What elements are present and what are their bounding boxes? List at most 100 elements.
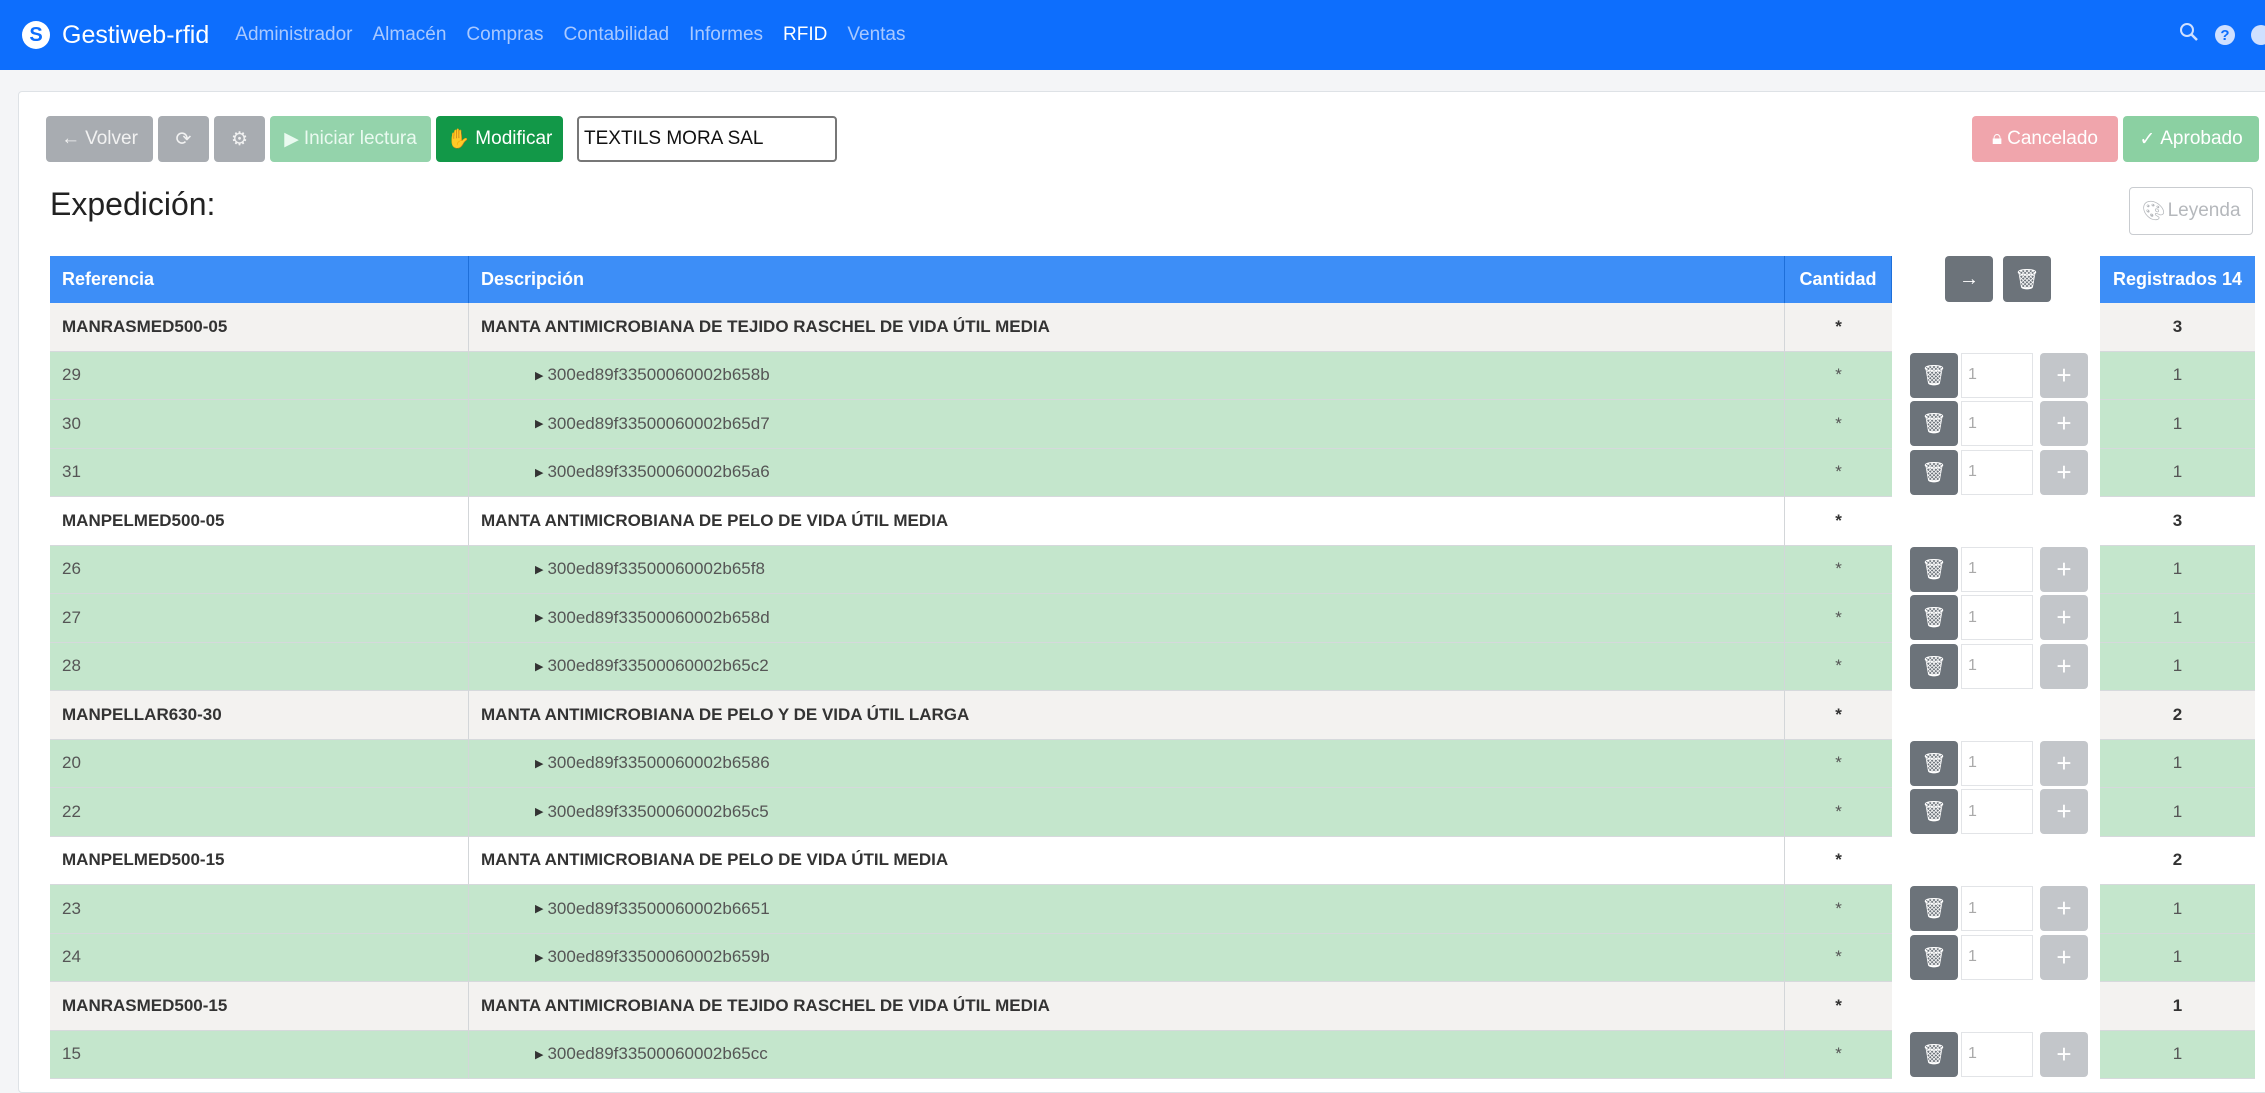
group-row[interactable]: MANPELMED500-15 MANTA ANTIMICROBIANA DE P… xyxy=(50,836,1892,885)
move-all-button[interactable]: → xyxy=(1945,256,1993,302)
actions-header: → 🗑︎ xyxy=(1892,256,2100,303)
caret-right-icon[interactable]: ▶ xyxy=(535,466,543,479)
delete-row-button[interactable]: 🗑︎ xyxy=(1910,352,1958,398)
item-row[interactable]: 24 ▶ 300ed89f33500060002b659b * xyxy=(50,933,1892,982)
delete-row-button[interactable]: 🗑︎ xyxy=(1910,449,1958,495)
item-row[interactable]: 29 ▶ 300ed89f33500060002b658b * xyxy=(50,351,1892,400)
add-quantity-button[interactable]: + xyxy=(2040,401,2088,446)
cell-description[interactable]: ▶ 300ed89f33500060002b65c2 xyxy=(469,642,1785,691)
item-row[interactable]: 27 ▶ 300ed89f33500060002b658d * xyxy=(50,594,1892,643)
header-description[interactable]: Descripción xyxy=(469,256,1785,303)
add-quantity-button[interactable]: + xyxy=(2040,934,2088,980)
start-reading-button[interactable]: ▶ Iniciar lectura xyxy=(270,116,431,162)
add-quantity-button[interactable]: + xyxy=(2040,886,2088,931)
item-row[interactable]: 31 ▶ 300ed89f33500060002b65a6 * xyxy=(50,448,1892,497)
cancelled-button[interactable]: 🔒︎ Cancelado xyxy=(1972,116,2118,162)
quantity-input[interactable]: 1 xyxy=(1961,934,2033,980)
cell-description[interactable]: ▶ 300ed89f33500060002b65cc xyxy=(469,1030,1785,1079)
delete-row-button[interactable]: 🗑︎ xyxy=(1910,934,1958,980)
delete-row-button[interactable]: 🗑︎ xyxy=(1910,886,1958,931)
group-row[interactable]: MANRASMED500-15 MANTA ANTIMICROBIANA DE T… xyxy=(50,982,1892,1031)
group-row[interactable]: MANPELMED500-05 MANTA ANTIMICROBIANA DE P… xyxy=(50,497,1892,546)
client-input[interactable] xyxy=(577,116,837,162)
nav-item-compras[interactable]: Compras xyxy=(466,24,543,46)
delete-row-button[interactable]: 🗑︎ xyxy=(1910,643,1958,689)
nav-item-administrador[interactable]: Administrador xyxy=(235,24,352,46)
caret-right-icon[interactable]: ▶ xyxy=(535,660,543,673)
item-row[interactable]: 22 ▶ 300ed89f33500060002b65c5 * xyxy=(50,788,1892,837)
cell-description[interactable]: ▶ 300ed89f33500060002b65f8 xyxy=(469,545,1785,594)
help-icon[interactable]: ? xyxy=(2215,25,2235,45)
item-row[interactable]: 28 ▶ 300ed89f33500060002b65c2 * xyxy=(50,642,1892,691)
item-row[interactable]: 30 ▶ 300ed89f33500060002b65d7 * xyxy=(50,400,1892,449)
nav-menu: Administrador Almacén Compras Contabilid… xyxy=(235,24,925,46)
caret-right-icon[interactable]: ▶ xyxy=(535,417,543,430)
quantity-input[interactable]: 1 xyxy=(1961,886,2033,931)
back-button[interactable]: ← Volver xyxy=(46,116,153,162)
add-quantity-button[interactable]: + xyxy=(2040,595,2088,640)
header-quantity[interactable]: Cantidad xyxy=(1785,256,1892,303)
delete-row-button[interactable]: 🗑︎ xyxy=(1910,595,1958,640)
caret-right-icon[interactable]: ▶ xyxy=(535,563,543,576)
delete-row-button[interactable]: 🗑︎ xyxy=(1910,546,1958,592)
quantity-input[interactable]: 1 xyxy=(1961,740,2033,786)
quantity-input[interactable]: 1 xyxy=(1961,789,2033,834)
quantity-input[interactable]: 1 xyxy=(1961,595,2033,640)
add-quantity-button[interactable]: + xyxy=(2040,449,2088,495)
header-registered[interactable]: Registrados 14 xyxy=(2100,256,2255,303)
item-row[interactable]: 26 ▶ 300ed89f33500060002b65f8 * xyxy=(50,545,1892,594)
caret-right-icon[interactable]: ▶ xyxy=(535,1048,543,1061)
item-row[interactable]: 15 ▶ 300ed89f33500060002b65cc * xyxy=(50,1030,1892,1079)
group-row[interactable]: MANRASMED500-05 MANTA ANTIMICROBIANA DE T… xyxy=(50,303,1892,352)
cell-description[interactable]: ▶ 300ed89f33500060002b6651 xyxy=(469,885,1785,934)
settings-button[interactable]: ⚙ xyxy=(214,116,265,162)
cell-description[interactable]: ▶ 300ed89f33500060002b6586 xyxy=(469,739,1785,788)
quantity-input[interactable]: 1 xyxy=(1961,352,2033,398)
delete-row-button[interactable]: 🗑︎ xyxy=(1910,740,1958,786)
cell-description[interactable]: ▶ 300ed89f33500060002b65a6 xyxy=(469,448,1785,497)
item-row[interactable]: 20 ▶ 300ed89f33500060002b6586 * xyxy=(50,739,1892,788)
group-row[interactable]: MANPELLAR630-30 MANTA ANTIMICROBIANA DE P… xyxy=(50,691,1892,740)
quantity-input[interactable]: 1 xyxy=(1961,401,2033,446)
nav-item-rfid[interactable]: RFID xyxy=(783,24,827,46)
quantity-input[interactable]: 1 xyxy=(1961,449,2033,495)
caret-right-icon[interactable]: ▶ xyxy=(535,805,543,818)
legend-button[interactable]: 🎨︎ Leyenda xyxy=(2129,187,2253,235)
nav-item-informes[interactable]: Informes xyxy=(689,24,763,46)
delete-row-button[interactable]: 🗑︎ xyxy=(1910,1031,1958,1077)
item-row[interactable]: 23 ▶ 300ed89f33500060002b6651 * xyxy=(50,885,1892,934)
caret-right-icon[interactable]: ▶ xyxy=(535,369,543,382)
caret-right-icon[interactable]: ▶ xyxy=(535,951,543,964)
quantity-input[interactable]: 1 xyxy=(1961,1031,2033,1077)
caret-right-icon[interactable]: ▶ xyxy=(535,611,543,624)
nav-item-contabilidad[interactable]: Contabilidad xyxy=(563,24,669,46)
header-reference[interactable]: Referencia xyxy=(50,256,469,303)
add-quantity-button[interactable]: + xyxy=(2040,643,2088,689)
quantity-input[interactable]: 1 xyxy=(1961,546,2033,592)
delete-all-button[interactable]: 🗑︎ xyxy=(2003,256,2051,302)
modify-button[interactable]: ✋ Modificar xyxy=(436,116,563,162)
delete-row-button[interactable]: 🗑︎ xyxy=(1910,789,1958,834)
actions-body: 🗑︎ 1 + 🗑︎ 1 + 🗑︎ 1 + 🗑︎ 1 + 🗑︎ 1 + 🗑︎ 1 + 🗑︎ 1 + 🗑︎ 1 + 🗑︎ 1 + 🗑︎ 1 +… xyxy=(1892,303,2100,1079)
cell-description[interactable]: ▶ 300ed89f33500060002b65d7 xyxy=(469,400,1785,449)
add-quantity-button[interactable]: + xyxy=(2040,740,2088,786)
delete-row-button[interactable]: 🗑︎ xyxy=(1910,401,1958,446)
refresh-button[interactable]: ⟳ xyxy=(158,116,209,162)
add-quantity-button[interactable]: + xyxy=(2040,546,2088,592)
cell-description[interactable]: ▶ 300ed89f33500060002b659b xyxy=(469,933,1785,982)
brand[interactable]: S Gestiweb-rfid xyxy=(22,21,209,50)
add-quantity-button[interactable]: + xyxy=(2040,789,2088,834)
cell-description[interactable]: ▶ 300ed89f33500060002b658d xyxy=(469,594,1785,643)
nav-item-ventas[interactable]: Ventas xyxy=(847,24,905,46)
cell-description[interactable]: ▶ 300ed89f33500060002b658b xyxy=(469,351,1785,400)
caret-right-icon[interactable]: ▶ xyxy=(535,757,543,770)
quantity-input[interactable]: 1 xyxy=(1961,643,2033,689)
approved-button[interactable]: ✓ Aprobado xyxy=(2123,116,2259,162)
add-quantity-button[interactable]: + xyxy=(2040,1031,2088,1077)
search-icon[interactable] xyxy=(2179,22,2199,48)
cell-description[interactable]: ▶ 300ed89f33500060002b65c5 xyxy=(469,788,1785,837)
caret-right-icon[interactable]: ▶ xyxy=(535,902,543,915)
nav-item-almacen[interactable]: Almacén xyxy=(372,24,446,46)
user-icon[interactable] xyxy=(2251,25,2265,45)
add-quantity-button[interactable]: + xyxy=(2040,352,2088,398)
